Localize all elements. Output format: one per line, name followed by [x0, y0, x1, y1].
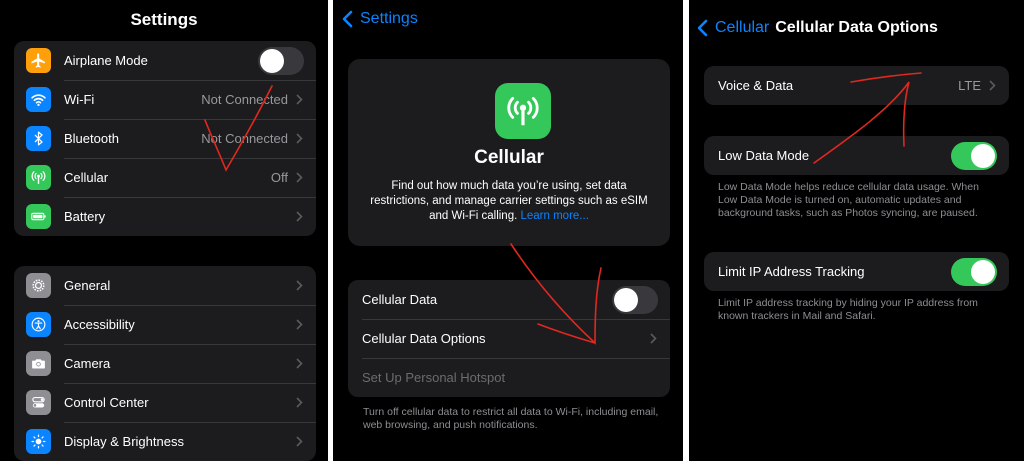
low-data-footer: Low Data Mode helps reduce cellular data…	[718, 181, 979, 219]
row-label: Airplane Mode	[64, 53, 148, 68]
voice-data-group: Voice & Data LTE	[704, 66, 1009, 105]
low-data-mode-row[interactable]: Low Data Mode	[704, 136, 1009, 175]
cellular-status: Off	[270, 170, 288, 185]
page-title: Cellular Data Options	[775, 19, 938, 36]
row-label: Battery	[64, 209, 106, 224]
toggle-knob	[260, 48, 284, 73]
row-label: Low Data Mode	[718, 148, 810, 163]
gear-icon	[26, 273, 51, 298]
card-description-text: Find out how much data you’re using, set…	[370, 180, 648, 222]
airplane-mode-toggle[interactable]	[258, 46, 304, 75]
personal-hotspot-row[interactable]: Set Up Personal Hotspot	[348, 358, 670, 397]
low-data-group: Low Data Mode	[704, 136, 1009, 175]
row-label: Limit IP Address Tracking	[718, 264, 865, 279]
back-label: Cellular	[715, 19, 770, 36]
wifi-status: Not Connected	[201, 92, 288, 107]
row-label: Control Center	[64, 395, 149, 410]
chevron-right-icon	[296, 133, 303, 144]
wifi-icon	[26, 87, 51, 112]
cellular-antenna-icon	[26, 165, 51, 190]
limit-ip-tracking-row[interactable]: Limit IP Address Tracking	[704, 252, 1009, 291]
chevron-right-icon	[296, 280, 303, 291]
toggles-icon	[26, 390, 51, 415]
settings-group-system: General Accessibility Camera Control Cen…	[14, 266, 316, 461]
back-button[interactable]: Settings	[342, 10, 418, 28]
settings-group-connectivity: Airplane Mode Wi-Fi Not Connected Blueto…	[14, 41, 316, 236]
back-button[interactable]: Cellular Cellular Data Options	[697, 19, 938, 37]
chevron-right-icon	[296, 172, 303, 183]
back-label: Settings	[360, 10, 418, 27]
limit-ip-tracking-toggle[interactable]	[951, 257, 997, 286]
settings-row-cellular[interactable]: Cellular Off	[14, 158, 316, 197]
camera-icon	[26, 351, 51, 376]
settings-panel: Settings Airplane Mode Wi-Fi Not Connect…	[0, 0, 328, 461]
low-data-mode-toggle[interactable]	[951, 141, 997, 170]
cellular-data-options-row[interactable]: Cellular Data Options	[348, 319, 670, 358]
card-title: Cellular	[474, 147, 544, 168]
row-label: Cellular Data Options	[362, 331, 486, 346]
row-label: Accessibility	[64, 317, 135, 332]
settings-row-accessibility[interactable]: Accessibility	[14, 305, 316, 344]
row-label: Cellular	[64, 170, 109, 185]
settings-row-camera[interactable]: Camera	[14, 344, 316, 383]
chevron-right-icon	[296, 358, 303, 369]
toggle-knob	[614, 287, 638, 312]
row-label: Display & Brightness	[64, 434, 184, 449]
cellular-antenna-icon	[495, 83, 551, 139]
page-title: Settings	[130, 10, 198, 29]
row-label: Camera	[64, 356, 111, 371]
battery-icon	[26, 204, 51, 229]
cellular-data-group: Cellular Data Cellular Data Options Set …	[348, 280, 670, 397]
chevron-right-icon	[650, 333, 657, 344]
cellular-data-toggle[interactable]	[612, 285, 658, 314]
learn-more-link[interactable]: Learn more...	[521, 210, 589, 222]
row-label: Bluetooth	[64, 131, 119, 146]
row-label: Set Up Personal Hotspot	[362, 370, 506, 385]
chevron-left-icon	[342, 10, 353, 28]
chevron-right-icon	[296, 397, 303, 408]
chevron-right-icon	[296, 211, 303, 222]
row-label: Cellular Data	[362, 292, 438, 307]
row-label: Wi-Fi	[64, 92, 95, 107]
chevron-left-icon	[697, 19, 708, 37]
settings-row-battery[interactable]: Battery	[14, 197, 316, 236]
limit-ip-footer: Limit IP address tracking by hiding your…	[718, 297, 978, 322]
toggle-knob	[971, 259, 995, 284]
cellular-data-options-panel: Cellular Cellular Data Options Voice & D…	[689, 0, 1024, 461]
toggle-knob	[971, 143, 995, 168]
settings-row-bluetooth[interactable]: Bluetooth Not Connected	[14, 119, 316, 158]
voice-data-value: LTE	[958, 78, 981, 93]
cellular-data-row[interactable]: Cellular Data	[348, 280, 670, 319]
card-description: Find out how much data you’re using, set…	[370, 179, 648, 224]
settings-row-general[interactable]: General	[14, 266, 316, 305]
cellular-data-footer: Turn off cellular data to restrict all d…	[363, 406, 659, 431]
settings-row-display-brightness[interactable]: Display & Brightness	[14, 422, 316, 461]
accessibility-icon	[26, 312, 51, 337]
chevron-right-icon	[296, 436, 303, 447]
row-label: Voice & Data	[718, 78, 794, 93]
bluetooth-icon	[26, 126, 51, 151]
bluetooth-status: Not Connected	[201, 131, 288, 146]
chevron-right-icon	[296, 94, 303, 105]
voice-data-row[interactable]: Voice & Data LTE	[704, 66, 1009, 105]
airplane-icon	[26, 48, 51, 73]
cellular-panel: Settings Cellular Find out how much data…	[333, 0, 683, 461]
cellular-info-card: Cellular Find out how much data you’re u…	[348, 59, 670, 246]
settings-row-control-center[interactable]: Control Center	[14, 383, 316, 422]
chevron-right-icon	[989, 80, 996, 91]
row-label: General	[64, 278, 111, 293]
brightness-icon	[26, 429, 51, 454]
chevron-right-icon	[296, 319, 303, 330]
limit-ip-group: Limit IP Address Tracking	[704, 252, 1009, 291]
settings-row-wifi[interactable]: Wi-Fi Not Connected	[14, 80, 316, 119]
settings-row-airplane-mode[interactable]: Airplane Mode	[14, 41, 316, 80]
